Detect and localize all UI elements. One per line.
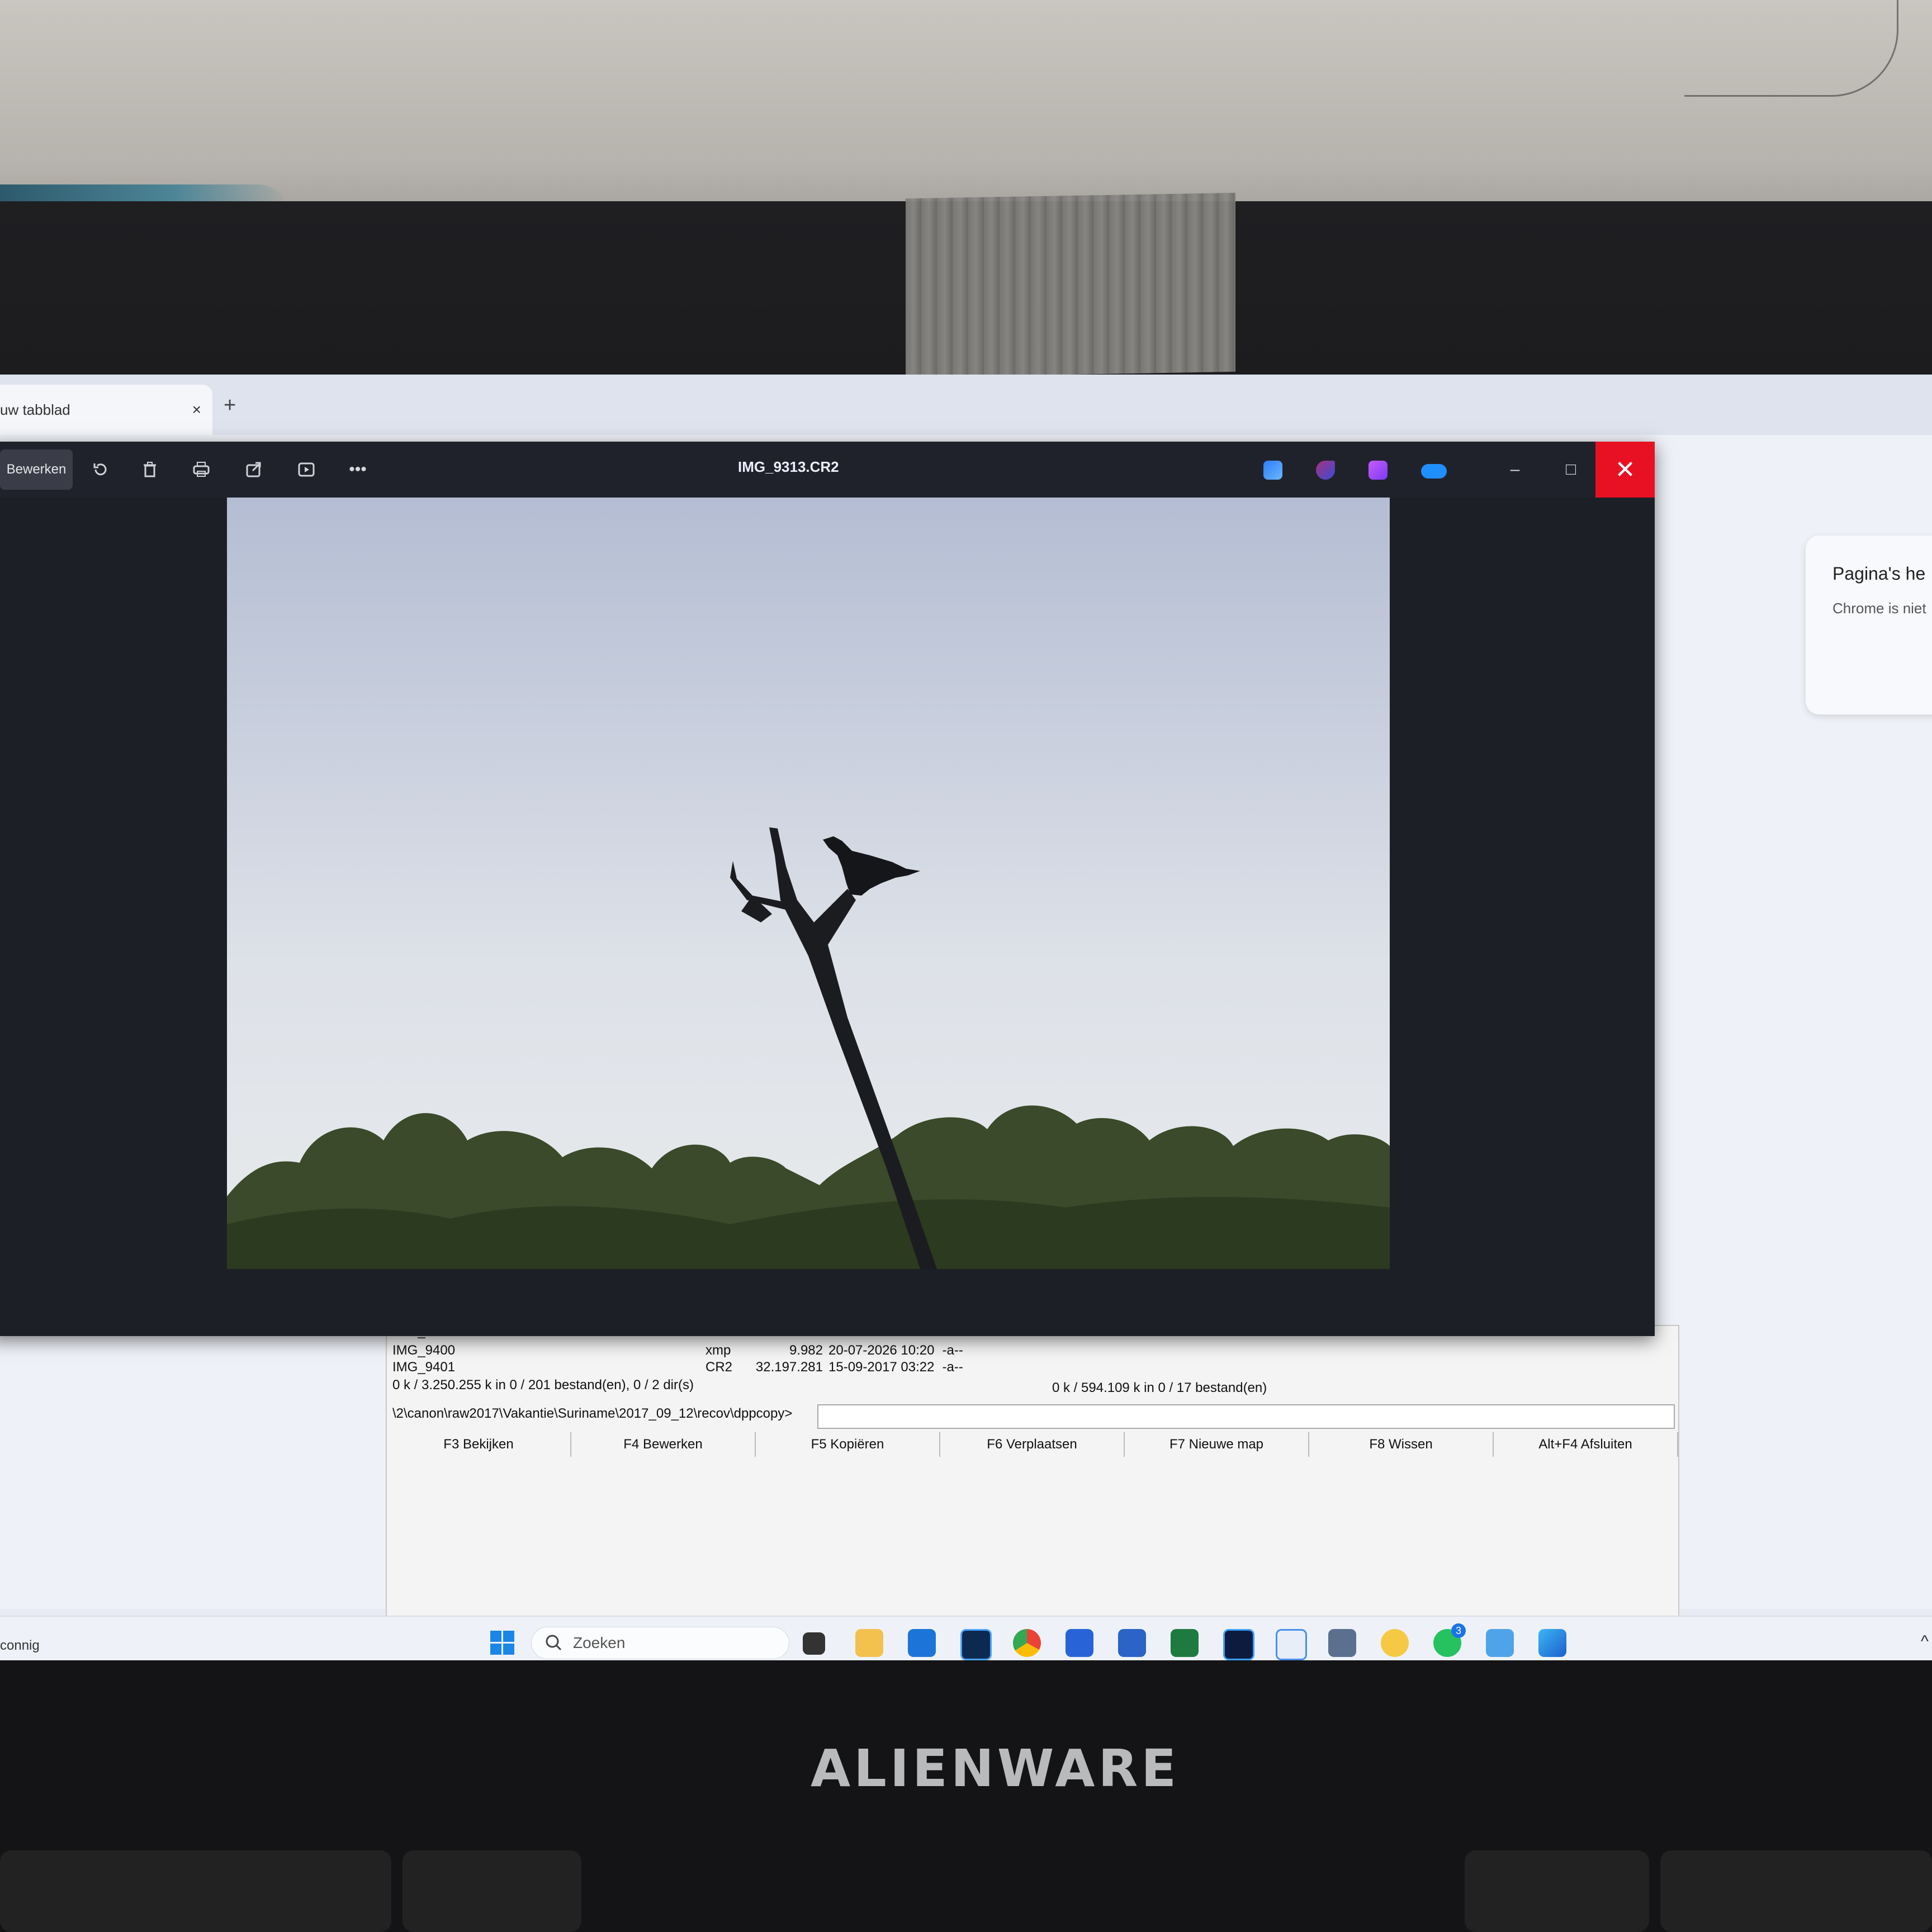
minimize-button[interactable]: –: [1498, 449, 1532, 490]
hinge: [1660, 1850, 1932, 1932]
browser-tab-strip: uw tabblad × +: [0, 375, 1932, 435]
side-panel-subtitle: Chrome is niet: [1832, 600, 1926, 617]
share-icon[interactable]: [237, 449, 271, 490]
windows-logo-icon: [490, 1631, 514, 1655]
chrome-icon[interactable]: [1013, 1629, 1041, 1657]
photo-viewer-window: Bewerken ••• IMG_9313.CR2 – □ ✕: [0, 442, 1655, 1336]
command-line-input[interactable]: [817, 1404, 1675, 1429]
save-icon[interactable]: [1066, 1629, 1093, 1657]
side-panel: Pagina's he Chrome is niet: [1806, 536, 1932, 714]
photoshop-icon[interactable]: [1223, 1629, 1254, 1660]
f3-view-button[interactable]: F3 Bekijken: [387, 1432, 571, 1457]
more-icon[interactable]: •••: [341, 449, 375, 490]
maximize-button[interactable]: □: [1554, 449, 1588, 490]
current-path: \2\canon\raw2017\Vakantie\Suriname\2017_…: [392, 1406, 793, 1421]
status-text: connig: [0, 1638, 40, 1653]
f4-edit-button[interactable]: F4 Bewerken: [571, 1432, 756, 1457]
left-panel-status: 0 k / 3.250.255 k in 0 / 201 bestand(en)…: [392, 1377, 694, 1393]
clipchamp-icon[interactable]: [1316, 461, 1335, 480]
side-panel-title: Pagina's he: [1832, 564, 1926, 584]
osprey-silhouette-image: [227, 498, 1390, 1269]
browser-tab[interactable]: uw tabblad ×: [0, 385, 212, 435]
photos-icon[interactable]: [1538, 1629, 1566, 1657]
tab-close-icon[interactable]: ×: [192, 401, 201, 419]
f6-move-button[interactable]: F6 Verplaatsen: [940, 1432, 1125, 1457]
search-icon: [546, 1635, 562, 1651]
new-tab-button[interactable]: +: [224, 394, 236, 418]
slideshow-icon[interactable]: [290, 449, 323, 490]
file-attr: -a--: [942, 1360, 963, 1374]
word-icon[interactable]: [1118, 1629, 1146, 1657]
rotate-icon[interactable]: [84, 449, 117, 490]
snipping-icon[interactable]: [1276, 1629, 1307, 1660]
table-row[interactable]: IMG_9401 CR2 32.197.281 15-09-2017 03:22…: [392, 1360, 963, 1374]
taskbar: connig Zoeken 3 ^: [0, 1616, 1932, 1660]
hinge: [1465, 1850, 1649, 1932]
hinge: [402, 1850, 581, 1932]
cable: [1684, 0, 1898, 97]
remote-desktop-icon[interactable]: [1328, 1629, 1356, 1657]
tab-label: uw tabblad: [0, 401, 70, 418]
onedrive-icon[interactable]: [1421, 464, 1447, 479]
window-title: IMG_9313.CR2: [738, 458, 839, 475]
excel-icon[interactable]: [1171, 1629, 1199, 1657]
weather-icon[interactable]: [1381, 1629, 1409, 1657]
taskbar-search[interactable]: Zoeken: [531, 1627, 789, 1659]
file-size: 32.197.281: [755, 1360, 823, 1374]
alt-f4-exit-button[interactable]: Alt+F4 Afsluiten: [1494, 1432, 1678, 1457]
file-manager-window: IMG_9400 CR2 32.213.038 15-09-2017 03:22…: [386, 1324, 1679, 1660]
f8-delete-button[interactable]: F8 Wissen: [1309, 1432, 1494, 1457]
start-button[interactable]: [490, 1630, 515, 1656]
close-button[interactable]: ✕: [1595, 442, 1655, 498]
right-panel-status: 0 k / 594.109 k in 0 / 17 bestand(en): [1052, 1380, 1267, 1395]
chevron-up-icon[interactable]: ^: [1921, 1632, 1929, 1651]
notepad-icon[interactable]: [1486, 1629, 1514, 1657]
photos-icon[interactable]: [1368, 461, 1388, 480]
file-date: 15-09-2017 03:22: [828, 1360, 935, 1374]
tape-over-webcam: [906, 192, 1235, 378]
file-name: IMG_9401: [392, 1360, 456, 1374]
task-view-icon[interactable]: [803, 1632, 825, 1655]
file-attr: -a--: [942, 1343, 963, 1358]
delete-icon[interactable]: [133, 449, 167, 490]
outlook-icon[interactable]: [908, 1629, 936, 1657]
file-name: IMG_9400: [392, 1343, 456, 1358]
file-ext: CR2: [705, 1360, 733, 1374]
whatsapp-icon[interactable]: 3: [1433, 1623, 1466, 1657]
file-explorer-icon[interactable]: [855, 1629, 883, 1657]
f5-copy-button[interactable]: F5 Kopiëren: [756, 1432, 940, 1457]
laptop-screen: uw tabblad × + Pagina's he Chrome is nie…: [0, 375, 1932, 1660]
viewer-toolbar: Bewerken ••• IMG_9313.CR2 – □ ✕: [0, 442, 1655, 498]
file-ext: xmp: [705, 1343, 731, 1358]
search-placeholder: Zoeken: [573, 1634, 626, 1651]
edit-button[interactable]: Bewerken: [0, 449, 73, 490]
brand-logo: ALIENWARE: [811, 1739, 1180, 1798]
hinge: [0, 1850, 391, 1932]
f7-new-folder-button[interactable]: F7 Nieuwe map: [1125, 1432, 1309, 1457]
bird-photo: [227, 498, 1390, 1269]
designer-icon[interactable]: [1263, 461, 1282, 480]
table-row[interactable]: IMG_9400 xmp 9.982 20-07-2026 10:20 -a--: [392, 1343, 963, 1361]
notification-badge: 3: [1451, 1623, 1466, 1638]
print-icon[interactable]: [184, 449, 218, 490]
file-size: 9.982: [789, 1343, 823, 1358]
function-key-bar: F3 Bekijken F4 Bewerken F5 Kopiëren F6 V…: [387, 1432, 1678, 1457]
lightroom-icon[interactable]: [960, 1629, 992, 1660]
file-date: 20-07-2026 10:20: [828, 1343, 935, 1358]
